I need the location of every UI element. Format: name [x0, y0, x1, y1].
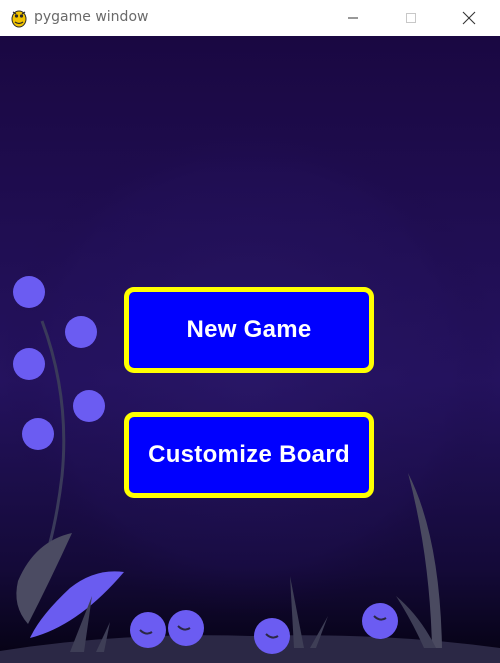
berry [13, 348, 45, 380]
berry [65, 316, 97, 348]
new-game-button[interactable]: New Game [124, 287, 374, 373]
title-bar[interactable]: pygame window [0, 0, 500, 36]
game-canvas[interactable]: New Game Customize Board [0, 36, 500, 663]
window-title: pygame window [34, 9, 149, 25]
berry [362, 603, 398, 639]
berry [130, 612, 166, 648]
close-icon [462, 11, 476, 25]
berry [73, 390, 105, 422]
customize-board-button[interactable]: Customize Board [124, 412, 374, 498]
pygame-window: pygame window New Game Customize Board [0, 0, 500, 663]
maximize-button[interactable] [388, 0, 434, 36]
pygame-snake-icon [11, 10, 27, 28]
berry [168, 610, 204, 646]
minimize-icon [348, 17, 358, 19]
berry [13, 276, 45, 308]
berry [254, 618, 290, 654]
maximize-icon [406, 13, 416, 23]
close-button[interactable] [446, 0, 492, 36]
berry [22, 418, 54, 450]
minimize-button[interactable] [330, 0, 376, 36]
